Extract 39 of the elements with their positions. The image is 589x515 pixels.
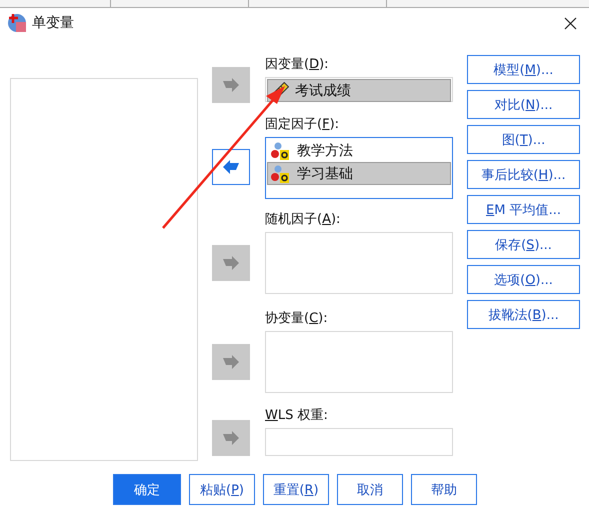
move-right-button[interactable] xyxy=(212,245,250,281)
move-left-button[interactable] xyxy=(212,148,250,184)
right-arrow-icon xyxy=(222,355,240,369)
move-right-button[interactable] xyxy=(212,67,250,103)
nominal-variable-icon xyxy=(271,142,291,160)
ok-button[interactable]: 确定 xyxy=(113,474,181,505)
left-arrow-icon xyxy=(222,160,240,174)
field-label: WLS 权重: xyxy=(265,407,329,424)
variable-list[interactable] xyxy=(265,232,453,294)
field-label: 协变量(C): xyxy=(265,310,329,327)
nominal-variable-icon xyxy=(271,164,291,182)
field-label: 因变量(D): xyxy=(265,56,330,73)
variable-item[interactable]: 学习基础 xyxy=(267,162,451,185)
variable-list[interactable] xyxy=(265,331,453,393)
move-right-button[interactable] xyxy=(212,344,250,380)
close-icon[interactable] xyxy=(564,16,577,30)
dialog-button[interactable]: 模型(M)... xyxy=(467,55,580,84)
dialog-button[interactable]: 对比(N)... xyxy=(467,90,580,119)
dialog-button[interactable]: EM 平均值... xyxy=(467,195,580,224)
variable-item[interactable]: 教学方法 xyxy=(267,139,451,162)
dialog-button[interactable]: 取消 xyxy=(337,474,403,505)
variable-list[interactable] xyxy=(265,428,453,456)
dialog-button[interactable]: 选项(O)... xyxy=(467,265,580,294)
window-title: 单变量 xyxy=(32,14,74,32)
dialog-button[interactable]: 粘贴(P) xyxy=(189,474,255,505)
dialog-button[interactable]: 图(T)... xyxy=(467,125,580,154)
move-right-button[interactable] xyxy=(212,420,250,456)
right-arrow-icon xyxy=(222,431,240,445)
field-label: 随机因子(A): xyxy=(265,211,342,228)
dialog-button[interactable]: 帮助 xyxy=(411,474,477,505)
right-arrow-icon xyxy=(222,256,240,270)
app-icon xyxy=(7,13,27,33)
dialog-button[interactable]: 保存(S)... xyxy=(467,230,580,259)
dialog-button[interactable]: 事后比较(H)... xyxy=(467,160,580,189)
dialog-button[interactable]: 拔靴法(B)... xyxy=(467,300,580,329)
variable-list[interactable]: 教学方法 学习基础 xyxy=(265,137,453,199)
right-arrow-icon xyxy=(222,78,240,92)
dialog-button[interactable]: 重置(R) xyxy=(263,474,329,505)
field-label: 固定因子(F): xyxy=(265,116,340,133)
